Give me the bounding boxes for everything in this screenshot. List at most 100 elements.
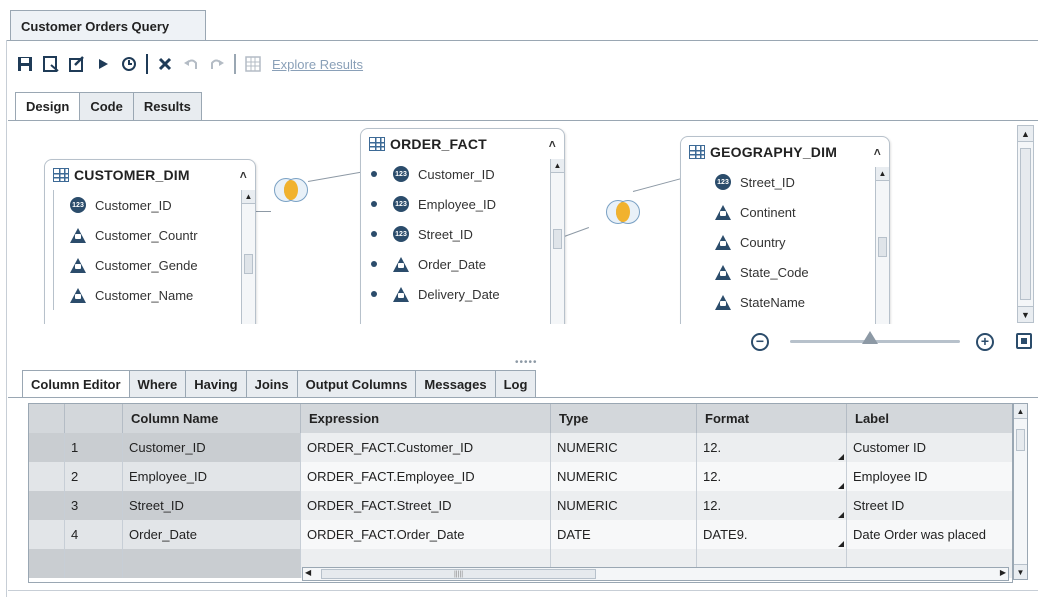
scroll-thumb[interactable]: [1020, 148, 1031, 300]
zoom-slider-thumb[interactable]: [862, 331, 878, 344]
cell-format[interactable]: 12.: [697, 462, 847, 491]
cell-type[interactable]: NUMERIC: [551, 462, 697, 491]
cell-column-name[interactable]: Customer_ID: [123, 433, 301, 462]
cell-expression[interactable]: ORDER_FACT.Customer_ID: [301, 433, 551, 462]
cell-format[interactable]: DATE9.: [697, 520, 847, 549]
schedule-icon[interactable]: [118, 53, 140, 75]
table-geography-dim[interactable]: GEOGRAPHY_DIM ˄ 123 Street_ID Continent C…: [680, 136, 890, 324]
scroll-thumb[interactable]: [244, 254, 253, 274]
cell-type[interactable]: NUMERIC: [551, 433, 697, 462]
scroll-up-icon[interactable]: ▲: [1018, 126, 1033, 142]
scroll-down-icon[interactable]: ▼: [1018, 306, 1033, 322]
zoom-out-icon[interactable]: −: [751, 333, 769, 351]
column-item[interactable]: 123 Customer_ID: [54, 190, 243, 220]
table-row[interactable]: 4 Order_Date ORDER_FACT.Order_Date DATE …: [29, 520, 1012, 549]
canvas-scrollbar[interactable]: ▲ ▼: [1017, 125, 1034, 323]
cell-column-name[interactable]: Order_Date: [123, 520, 301, 549]
delete-icon[interactable]: [154, 53, 176, 75]
cell-column-name[interactable]: Employee_ID: [123, 462, 301, 491]
column-item[interactable]: StateName: [681, 287, 875, 317]
dropdown-icon[interactable]: [838, 483, 844, 489]
save-as-icon[interactable]: [40, 53, 62, 75]
tab-joins[interactable]: Joins: [245, 370, 298, 397]
tab-code[interactable]: Code: [79, 92, 134, 120]
column-item[interactable]: Customer_Gende: [54, 250, 243, 280]
column-item[interactable]: Country: [681, 227, 875, 257]
save-icon[interactable]: [14, 53, 36, 75]
scroll-left-icon[interactable]: ◀: [305, 568, 311, 577]
cell-expression[interactable]: ORDER_FACT.Employee_ID: [301, 462, 551, 491]
cell-type[interactable]: NUMERIC: [551, 491, 697, 520]
fit-to-window-icon[interactable]: [1016, 333, 1032, 349]
column-item[interactable]: 123 Street_ID: [681, 167, 875, 197]
table-row[interactable]: 1 Customer_ID ORDER_FACT.Customer_ID NUM…: [29, 433, 1012, 462]
scroll-up-icon[interactable]: ▲: [1014, 404, 1027, 419]
query-diagram-canvas[interactable]: CUSTOMER_DIM ˄ 123 Customer_ID Customer_C…: [8, 121, 1038, 324]
row-selector[interactable]: [29, 549, 65, 578]
column-header-format[interactable]: Format: [697, 404, 847, 433]
table-row[interactable]: 3 Street_ID ORDER_FACT.Street_ID NUMERIC…: [29, 491, 1012, 520]
column-header-label[interactable]: Label: [847, 404, 1012, 433]
table-row[interactable]: 2 Employee_ID ORDER_FACT.Employee_ID NUM…: [29, 462, 1012, 491]
scroll-up-icon[interactable]: ▲: [242, 190, 255, 204]
table-customer-dim[interactable]: CUSTOMER_DIM ˄ 123 Customer_ID Customer_C…: [44, 159, 256, 324]
dropdown-icon[interactable]: [838, 454, 844, 460]
column-item[interactable]: State_Code: [681, 257, 875, 287]
scroll-thumb[interactable]: [878, 237, 887, 257]
collapse-icon[interactable]: ˄: [240, 168, 247, 182]
cell-label[interactable]: Customer ID: [847, 433, 1012, 462]
column-item[interactable]: Order_Date: [361, 249, 549, 279]
tab-output-columns[interactable]: Output Columns: [296, 370, 417, 397]
grid-vertical-scrollbar[interactable]: ▲ ▼: [1013, 403, 1028, 580]
redo-icon[interactable]: [206, 53, 228, 75]
scroll-thumb[interactable]: [1016, 429, 1025, 451]
cell-type[interactable]: DATE: [551, 520, 697, 549]
row-selector[interactable]: [29, 433, 65, 462]
collapse-icon[interactable]: ˄: [874, 145, 881, 159]
scroll-down-icon[interactable]: ▼: [1014, 564, 1027, 579]
table-scrollbar[interactable]: ▲: [550, 159, 564, 324]
cell-label[interactable]: Street ID: [847, 491, 1012, 520]
cell-column-name[interactable]: Street_ID: [123, 491, 301, 520]
table-scrollbar[interactable]: ▲: [875, 167, 889, 324]
join-icon[interactable]: [606, 198, 640, 228]
collapse-icon[interactable]: ˄: [549, 137, 556, 151]
table-order-fact[interactable]: ORDER_FACT ˄ 123 Customer_ID 123 Employee_…: [360, 128, 565, 324]
tab-results[interactable]: Results: [132, 92, 202, 120]
cell-format[interactable]: 12.: [697, 491, 847, 520]
column-header-type[interactable]: Type: [551, 404, 697, 433]
column-item[interactable]: 123 Customer_ID: [361, 159, 549, 189]
scroll-up-icon[interactable]: ▲: [551, 159, 564, 173]
cell-format[interactable]: 12.: [697, 433, 847, 462]
column-item[interactable]: Continent: [681, 197, 875, 227]
row-selector[interactable]: [29, 491, 65, 520]
tab-log[interactable]: Log: [494, 370, 537, 397]
dropdown-icon[interactable]: [838, 541, 844, 547]
dropdown-icon[interactable]: [838, 512, 844, 518]
tab-messages[interactable]: Messages: [415, 370, 496, 397]
splitter-handle-icon[interactable]: •••••: [515, 357, 538, 368]
grid-horizontal-scrollbar[interactable]: ◀ ||||| ▶: [302, 567, 1009, 581]
explore-icon[interactable]: [242, 53, 264, 75]
tab-design[interactable]: Design: [15, 92, 81, 120]
run-icon[interactable]: [92, 53, 114, 75]
column-header-column-name[interactable]: Column Name: [123, 404, 301, 433]
cell-label[interactable]: Employee ID: [847, 462, 1012, 491]
explore-results-link[interactable]: Explore Results: [272, 57, 363, 72]
row-selector[interactable]: [29, 520, 65, 549]
zoom-in-icon[interactable]: +: [976, 333, 994, 351]
tab-having[interactable]: Having: [185, 370, 247, 397]
column-item[interactable]: Customer_Name: [54, 280, 243, 310]
column-item[interactable]: 123 Employee_ID: [361, 189, 549, 219]
column-item[interactable]: Customer_Countr: [54, 220, 243, 250]
table-header[interactable]: ORDER_FACT ˄: [361, 129, 564, 159]
table-header[interactable]: CUSTOMER_DIM ˄: [45, 160, 255, 190]
column-item[interactable]: 123 Street_ID: [361, 219, 549, 249]
undo-icon[interactable]: [180, 53, 202, 75]
tab-where[interactable]: Where: [128, 370, 187, 397]
column-header-expression[interactable]: Expression: [301, 404, 551, 433]
join-icon[interactable]: [274, 176, 308, 206]
row-selector[interactable]: [29, 462, 65, 491]
table-header[interactable]: GEOGRAPHY_DIM ˄: [681, 137, 889, 167]
scroll-thumb[interactable]: [553, 229, 562, 249]
